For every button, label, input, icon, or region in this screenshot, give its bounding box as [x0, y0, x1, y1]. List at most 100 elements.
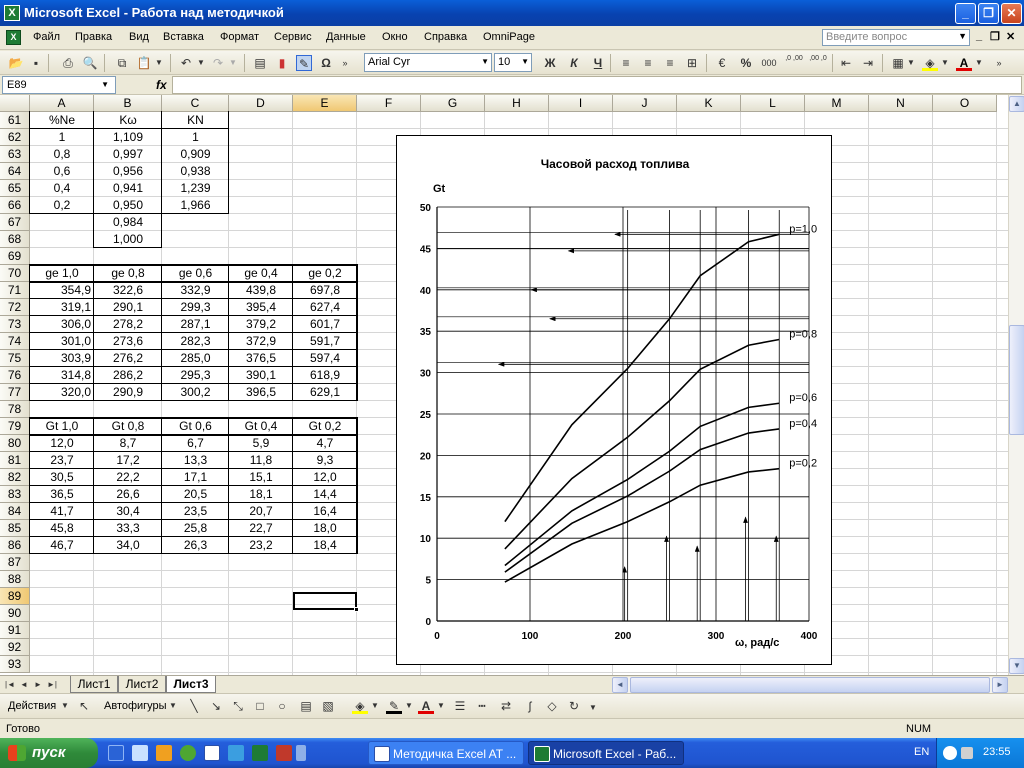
table2-cell[interactable]: 282,3: [162, 333, 229, 350]
table1-cell[interactable]: 0,4: [30, 180, 94, 197]
table1-cell[interactable]: 1,109: [94, 129, 162, 146]
chevron-down-icon[interactable]: ▼: [940, 55, 950, 71]
table2-cell[interactable]: 372,9: [229, 333, 293, 350]
table3-cell[interactable]: 45,8: [30, 520, 94, 537]
table2-cell[interactable]: 276,2: [94, 350, 162, 367]
vertical-scroll-thumb[interactable]: [1009, 325, 1024, 435]
clipboard-icon[interactable]: ▤: [252, 55, 268, 71]
table3-cell[interactable]: 41,7: [30, 503, 94, 520]
textbox-icon[interactable]: ▤: [298, 698, 314, 714]
column-header-l[interactable]: L: [741, 95, 805, 112]
table2-cell[interactable]: 285,0: [162, 350, 229, 367]
align-right-icon[interactable]: ≡: [662, 55, 678, 71]
toolbar-options-icon[interactable]: »: [994, 55, 1004, 71]
table3-cell[interactable]: 22,7: [229, 520, 293, 537]
table2-cell[interactable]: 439,8: [229, 282, 293, 299]
doc-restore-button[interactable]: ❐: [990, 30, 1000, 43]
column-header-g[interactable]: G: [421, 95, 485, 112]
table2-cell[interactable]: 601,7: [293, 316, 357, 333]
align-left-icon[interactable]: ≡: [618, 55, 634, 71]
chevron-down-icon[interactable]: ▼: [404, 698, 414, 714]
sheet-tab-2[interactable]: Лист2: [118, 676, 166, 693]
menu-insert[interactable]: Вставка: [163, 31, 204, 43]
dash-style-icon[interactable]: ┅: [474, 698, 490, 714]
explorer-icon[interactable]: [156, 745, 172, 761]
redo-icon[interactable]: ↷: [210, 55, 226, 71]
task-excel-window[interactable]: Microsoft Excel - Раб...: [528, 741, 684, 765]
row-header-79[interactable]: 79: [0, 418, 30, 435]
document-icon[interactable]: X: [6, 30, 21, 45]
actions-menu[interactable]: Действия: [8, 700, 56, 712]
table2-cell[interactable]: 379,2: [229, 316, 293, 333]
row-header-91[interactable]: 91: [0, 622, 30, 639]
line-color-icon[interactable]: ✎: [386, 698, 402, 714]
sheet-tab-1[interactable]: Лист1: [70, 676, 118, 693]
start-button[interactable]: пуск: [0, 738, 98, 768]
copy-icon[interactable]: ⧉: [114, 55, 130, 71]
row-header-92[interactable]: 92: [0, 639, 30, 656]
row-header-74[interactable]: 74: [0, 333, 30, 350]
chevron-down-icon[interactable]: ▼: [196, 55, 206, 71]
row-header-90[interactable]: 90: [0, 605, 30, 622]
table3-cell[interactable]: 20,5: [162, 486, 229, 503]
select-all-corner[interactable]: [0, 95, 30, 112]
table2-cell[interactable]: 697,8: [293, 282, 357, 299]
table3-cell[interactable]: 25,8: [162, 520, 229, 537]
table3-cell[interactable]: 18,4: [293, 537, 357, 554]
table2-cell[interactable]: 376,5: [229, 350, 293, 367]
arrow-style-icon[interactable]: ⇄: [498, 698, 514, 714]
image-icon[interactable]: ▧: [320, 698, 336, 714]
menu-format[interactable]: Формат: [220, 31, 259, 43]
row-header-93[interactable]: 93: [0, 656, 30, 673]
line-style-icon[interactable]: ☰: [452, 698, 468, 714]
column-header-b[interactable]: B: [94, 95, 162, 112]
chart-area[interactable]: Часовой расход топлива Gt ω, рад/с 0 5 10 15 20…: [396, 135, 832, 665]
app-quicklaunch-icon[interactable]: [276, 745, 292, 761]
name-box[interactable]: E89 ▼: [2, 76, 116, 94]
table3-cell[interactable]: 18,0: [293, 520, 357, 537]
italic-button[interactable]: К: [566, 55, 582, 71]
chevron-down-icon[interactable]: ▼: [60, 698, 70, 714]
table2-cell[interactable]: 299,3: [162, 299, 229, 316]
menu-edit[interactable]: Правка: [75, 31, 112, 43]
increase-indent-icon[interactable]: ⇥: [860, 55, 876, 71]
print-icon[interactable]: ⎙: [60, 55, 76, 71]
table3-cell[interactable]: 13,3: [162, 452, 229, 469]
table1-cell[interactable]: 0,956: [94, 163, 162, 180]
table2-cell[interactable]: 303,9: [30, 350, 94, 367]
print-preview-icon[interactable]: 🔍: [82, 55, 98, 71]
table1-cell[interactable]: 1,000: [94, 231, 162, 248]
3d-icon[interactable]: ◇: [544, 698, 560, 714]
table1-cell[interactable]: 1,239: [162, 180, 229, 197]
row-header-87[interactable]: 87: [0, 554, 30, 571]
table3-cell[interactable]: 15,1: [229, 469, 293, 486]
table2-cell[interactable]: 301,0: [30, 333, 94, 350]
font-name-select[interactable]: Arial Cyr ▼: [364, 53, 492, 72]
media-icon[interactable]: [180, 745, 196, 761]
column-header-o[interactable]: O: [933, 95, 997, 112]
scroll-down-icon[interactable]: ▼: [1009, 658, 1024, 674]
table3-cell[interactable]: 9,3: [293, 452, 357, 469]
table1-cell[interactable]: 0,909: [162, 146, 229, 163]
row-header-86[interactable]: 86: [0, 537, 30, 554]
row-header-78[interactable]: 78: [0, 401, 30, 418]
drawing-icon[interactable]: ✎: [296, 55, 312, 71]
autoshapes-menu[interactable]: Автофигуры: [104, 700, 167, 712]
table1-cell[interactable]: 0,8: [30, 146, 94, 163]
excel-app-icon[interactable]: X: [4, 5, 20, 21]
undo-icon[interactable]: ↶: [178, 55, 194, 71]
table3-cell[interactable]: 33,3: [94, 520, 162, 537]
menu-view[interactable]: Вид: [129, 31, 149, 43]
shadow-icon[interactable]: ʃ: [522, 698, 538, 714]
table3-cell[interactable]: 30,4: [94, 503, 162, 520]
chevron-down-icon[interactable]: ▼: [154, 55, 164, 71]
font-color-icon[interactable]: A: [418, 698, 434, 714]
table3-cell[interactable]: 16,4: [293, 503, 357, 520]
formula-input[interactable]: [172, 76, 1022, 94]
table2-cell[interactable]: 627,4: [293, 299, 357, 316]
table3-cell[interactable]: 23,7: [30, 452, 94, 469]
table3-header[interactable]: Gt 1,0: [30, 418, 94, 435]
table2-cell[interactable]: 286,2: [94, 367, 162, 384]
table3-header[interactable]: Gt 0,8: [94, 418, 162, 435]
table2-cell[interactable]: 314,8: [30, 367, 94, 384]
